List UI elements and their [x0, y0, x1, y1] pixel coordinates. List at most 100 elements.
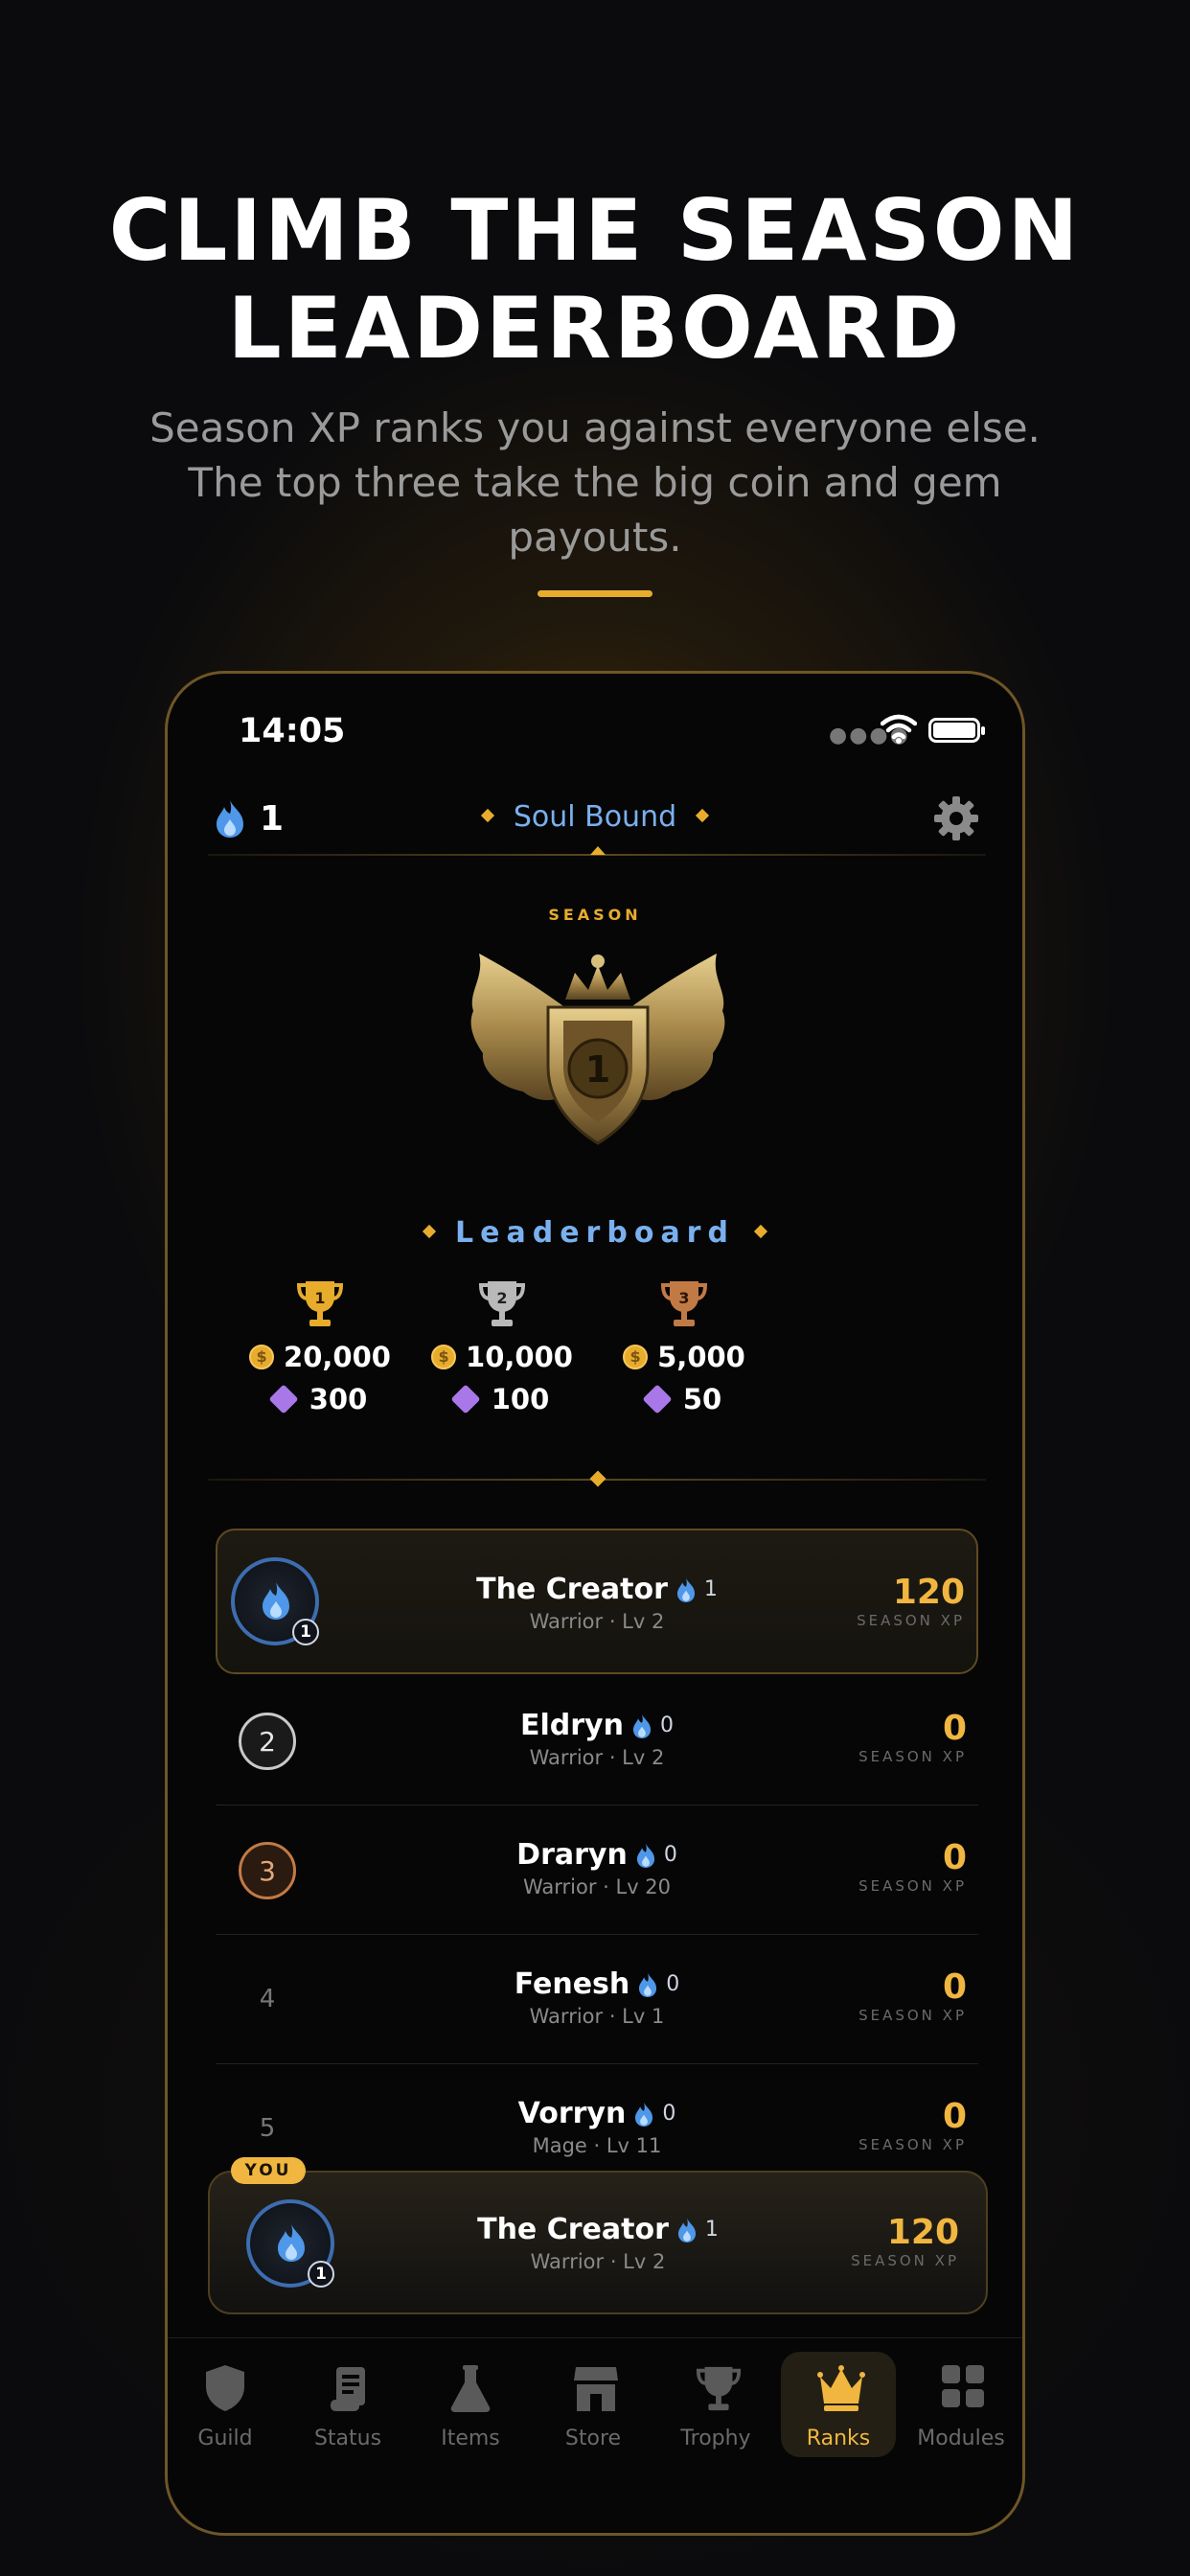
prize-coins-value: 20,000	[284, 1341, 391, 1373]
xp-block: 0 SEASON XP	[858, 1709, 967, 1765]
leaderboard-row-1[interactable]: 1 The Creator 1 Warrior · Lv 2 120 SEASO…	[216, 1529, 978, 1674]
shield-icon	[206, 2365, 244, 2411]
prize-gems: 300	[229, 1383, 411, 1415]
status-time: 14:05	[239, 712, 346, 750]
flask-icon	[450, 2365, 491, 2412]
tab-store[interactable]: Store	[536, 2352, 651, 2457]
prize-coins: 5,000	[593, 1341, 775, 1373]
tab-bar: Guild Status Items Store Trophy Ranks Mo…	[168, 2337, 1022, 2472]
tab-label: Status	[313, 2426, 382, 2450]
season-emblem-icon: 1	[470, 954, 725, 1145]
prize-gems-value: 100	[491, 1383, 550, 1415]
tab-label: Items	[441, 2426, 500, 2450]
xp-block: 0 SEASON XP	[858, 1967, 967, 2024]
player-name: The Creator	[476, 1573, 668, 1606]
diamond-ornament-right	[696, 808, 710, 822]
headline-line-2: LEADERBOARD	[227, 279, 963, 378]
subtitle-line-2: The top three take the big coin and gem	[188, 459, 1002, 506]
tab-items[interactable]: Items	[413, 2352, 528, 2457]
prize-coins: 10,000	[411, 1341, 593, 1373]
leaderboard-row-4[interactable]: 4 Fenesh 0 Warrior · Lv 1 0 SEASON XP	[216, 1935, 978, 2064]
trophy-bronze-icon: 3	[660, 1281, 708, 1326]
trophy-place-number: 2	[496, 1289, 507, 1307]
prize-gems: 50	[593, 1383, 775, 1415]
flame-icon	[639, 1972, 657, 1997]
season-label: SEASON	[548, 906, 642, 924]
tab-status[interactable]: Status	[290, 2352, 405, 2457]
app-title-text: Soul Bound	[513, 800, 677, 834]
divider-diamond	[589, 1470, 606, 1487]
season-xp-label: SEASON XP	[851, 2252, 959, 2269]
prize-third: 3 5,000 50	[593, 1277, 775, 1415]
player-name: The Creator	[477, 2213, 669, 2246]
season-xp-label: SEASON XP	[858, 2136, 967, 2153]
diamond-ornament-left	[422, 1224, 437, 1238]
prize-gems-value: 50	[682, 1383, 722, 1415]
tab-trophy[interactable]: Trophy	[658, 2352, 773, 2457]
player-name: Fenesh	[514, 1967, 630, 2001]
season-xp-label: SEASON XP	[857, 1612, 965, 1629]
prize-first: 1 20,000 300	[229, 1277, 411, 1415]
player-name: Vorryn	[517, 2097, 627, 2130]
prize-coins-value: 10,000	[466, 1341, 573, 1373]
season-xp-value: 0	[942, 2097, 967, 2136]
coin-icon	[431, 1345, 457, 1369]
leaderboard-row-3[interactable]: 3 Draryn 0 Warrior · Lv 20 0 SEASON XP	[216, 1806, 978, 1935]
grid-icon	[942, 2365, 984, 2407]
prize-coins-value: 5,000	[657, 1341, 745, 1373]
coin-icon	[623, 1345, 649, 1369]
diamond-ornament-left	[480, 808, 494, 822]
divider-marker	[590, 846, 606, 855]
season-xp-value: 120	[886, 2213, 959, 2252]
trophy-place-number: 3	[678, 1289, 689, 1307]
tab-label: Modules	[917, 2426, 1005, 2450]
player-streak: 0	[666, 1972, 680, 1996]
leaderboard-title-text: Leaderboard	[455, 1216, 735, 1250]
prize-gems-value: 300	[309, 1383, 368, 1415]
tab-label: Store	[564, 2426, 622, 2450]
player-streak: 0	[663, 1843, 677, 1867]
top-nav: 1 Soul Bound	[168, 787, 1022, 854]
tab-label: Trophy	[680, 2426, 751, 2450]
promo-subtitle: Season XP ranks you against everyone els…	[115, 401, 1075, 564]
trophy-gold-icon: 1	[296, 1281, 344, 1326]
subtitle-line-1: Season XP ranks you against everyone els…	[149, 404, 1041, 451]
prize-gems: 100	[411, 1383, 593, 1415]
emblem-number: 1	[585, 1048, 610, 1091]
store-icon	[574, 2367, 618, 2411]
trophy-place-number: 1	[314, 1289, 325, 1307]
flame-icon	[677, 2218, 696, 2242]
flame-icon	[635, 2102, 653, 2127]
flame-icon	[632, 1714, 652, 1738]
leaderboard-row-2[interactable]: 2 Eldryn 0 Warrior · Lv 2 0 SEASON XP	[216, 1676, 978, 1806]
prize-podium: 1 20,000 300 2 10,000 100 3	[168, 1277, 1022, 1440]
promo-headline: CLIMB THE SEASON LEADERBOARD	[0, 182, 1190, 378]
season-xp-label: SEASON XP	[858, 1877, 967, 1895]
xp-block: 0 SEASON XP	[858, 1838, 967, 1895]
prize-coins: 20,000	[229, 1341, 411, 1373]
season-xp-value: 120	[892, 1573, 965, 1612]
xp-block: 120 SEASON XP	[851, 2213, 959, 2269]
tab-guild[interactable]: Guild	[168, 2352, 283, 2457]
gear-icon[interactable]	[932, 794, 980, 842]
battery-icon	[928, 718, 985, 743]
gem-icon	[450, 1384, 481, 1414]
flame-icon	[676, 1577, 695, 1602]
app-title: Soul Bound	[168, 800, 1022, 834]
tab-modules[interactable]: Modules	[904, 2352, 1018, 2457]
you-badge: YOU	[231, 2157, 306, 2184]
tab-ranks[interactable]: Ranks	[781, 2352, 896, 2457]
xp-block: 120 SEASON XP	[857, 1573, 965, 1629]
player-streak: 1	[703, 1577, 718, 1601]
crown-icon	[817, 2365, 865, 2411]
scroll-icon	[331, 2367, 365, 2411]
season-xp-value: 0	[942, 1709, 967, 1748]
your-rank-card[interactable]: 1 The Creator 1 Warrior · Lv 2 120 SEASO…	[208, 2171, 988, 2314]
leaderboard-title: Leaderboard	[168, 1216, 1022, 1250]
wifi-icon	[881, 714, 917, 744]
trophy-icon	[696, 2366, 742, 2411]
player-streak: 0	[662, 2102, 676, 2126]
gold-accent-bar	[538, 590, 652, 597]
diamond-ornament-right	[753, 1224, 768, 1238]
subtitle-line-3: payouts.	[508, 514, 682, 561]
